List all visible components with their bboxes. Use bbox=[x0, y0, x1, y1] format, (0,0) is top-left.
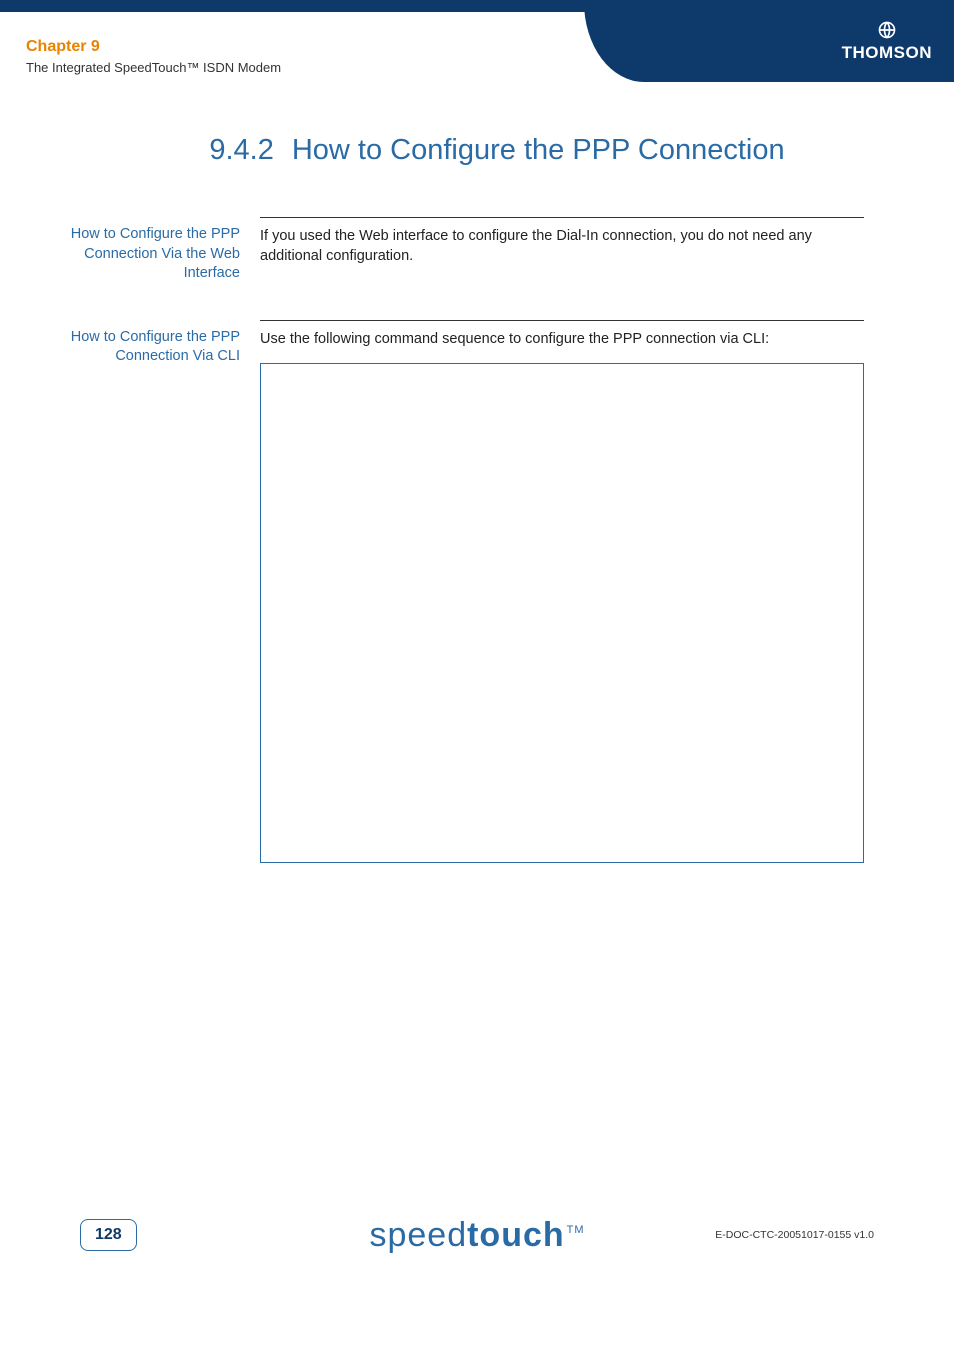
section-cli: How to Configure the PPP Connection Via … bbox=[70, 320, 864, 863]
title-text: How to Configure the PPP Connection bbox=[292, 134, 785, 166]
side-label-web: How to Configure the PPP Connection Via … bbox=[70, 217, 260, 284]
thomson-logo-icon bbox=[842, 20, 932, 45]
content-area: How to Configure the PPP Connection Via … bbox=[0, 217, 954, 863]
title-number: 9.4.2 bbox=[209, 134, 274, 166]
logo-tm: TM bbox=[567, 1224, 585, 1236]
thomson-text: THOMSON bbox=[842, 43, 932, 63]
body-col-cli: Use the following command sequence to co… bbox=[260, 320, 864, 863]
doc-reference: E-DOC-CTC-20051017-0155 v1.0 bbox=[715, 1229, 874, 1241]
page-title: 9.4.2 How to Configure the PPP Connection bbox=[0, 134, 954, 167]
logo-light: speed bbox=[369, 1216, 467, 1254]
chapter-subtitle: The Integrated SpeedTouch™ ISDN Modem bbox=[26, 60, 281, 75]
chapter-block: Chapter 9 The Integrated SpeedTouch™ ISD… bbox=[26, 38, 281, 75]
side-label-cli: How to Configure the PPP Connection Via … bbox=[70, 320, 260, 863]
cli-code-box bbox=[260, 363, 864, 863]
chapter-label: Chapter 9 bbox=[26, 38, 281, 56]
body-col-web: If you used the Web interface to configu… bbox=[260, 217, 864, 284]
page-footer: 128 speedtouchTM E-DOC-CTC-20051017-0155… bbox=[0, 1219, 954, 1251]
page-header: THOMSON Chapter 9 The Integrated SpeedTo… bbox=[0, 12, 954, 82]
thomson-brand: THOMSON bbox=[842, 20, 932, 63]
logo-bold: touch bbox=[467, 1216, 565, 1254]
page-number: 128 bbox=[80, 1219, 137, 1251]
section-web-interface: How to Configure the PPP Connection Via … bbox=[70, 217, 864, 284]
body-text-cli: Use the following command sequence to co… bbox=[260, 329, 864, 349]
speedtouch-logo: speedtouchTM bbox=[369, 1216, 584, 1255]
divider bbox=[260, 217, 864, 218]
divider bbox=[260, 320, 864, 321]
body-text-web: If you used the Web interface to configu… bbox=[260, 226, 864, 267]
